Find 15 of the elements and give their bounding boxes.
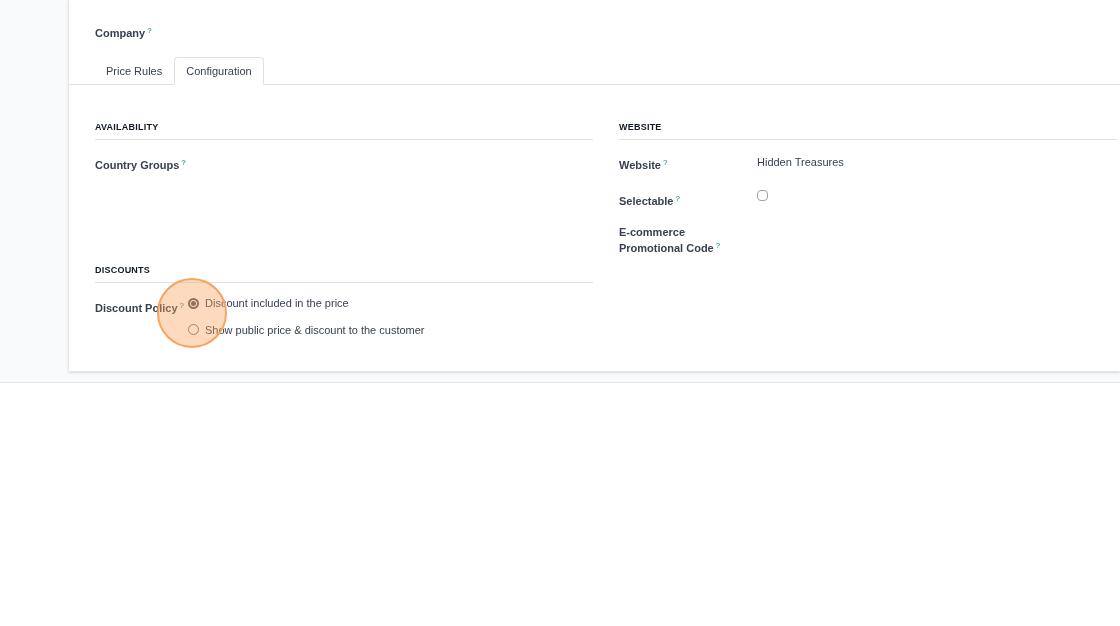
field-label: Selectable $^{?}$: [619, 193, 680, 209]
field-label: Website $^{?}$: [619, 157, 668, 173]
field-label: Country Groups $^{?}$: [95, 157, 186, 173]
radio-label[interactable]: Show public price & discount to the customer: [205, 321, 425, 338]
field-label: Company $^{?}$: [95, 25, 152, 41]
checkbox[interactable]: [757, 190, 768, 201]
radio-button[interactable]: [188, 297, 199, 309]
section-heading: DISCOUNTS: [95, 265, 151, 275]
tab[interactable]: Configuration: [174, 57, 264, 85]
tab[interactable]: Price Rules: [94, 57, 175, 85]
field-label: E-commerce Promotional Code $^{?}$: [619, 225, 722, 256]
field-value[interactable]: Hidden Treasures: [757, 152, 844, 176]
field-label: Discount Policy $^{?}$: [95, 300, 184, 316]
section-heading: AVAILABILITY: [95, 122, 159, 132]
section-heading: WEBSITE: [619, 122, 662, 132]
